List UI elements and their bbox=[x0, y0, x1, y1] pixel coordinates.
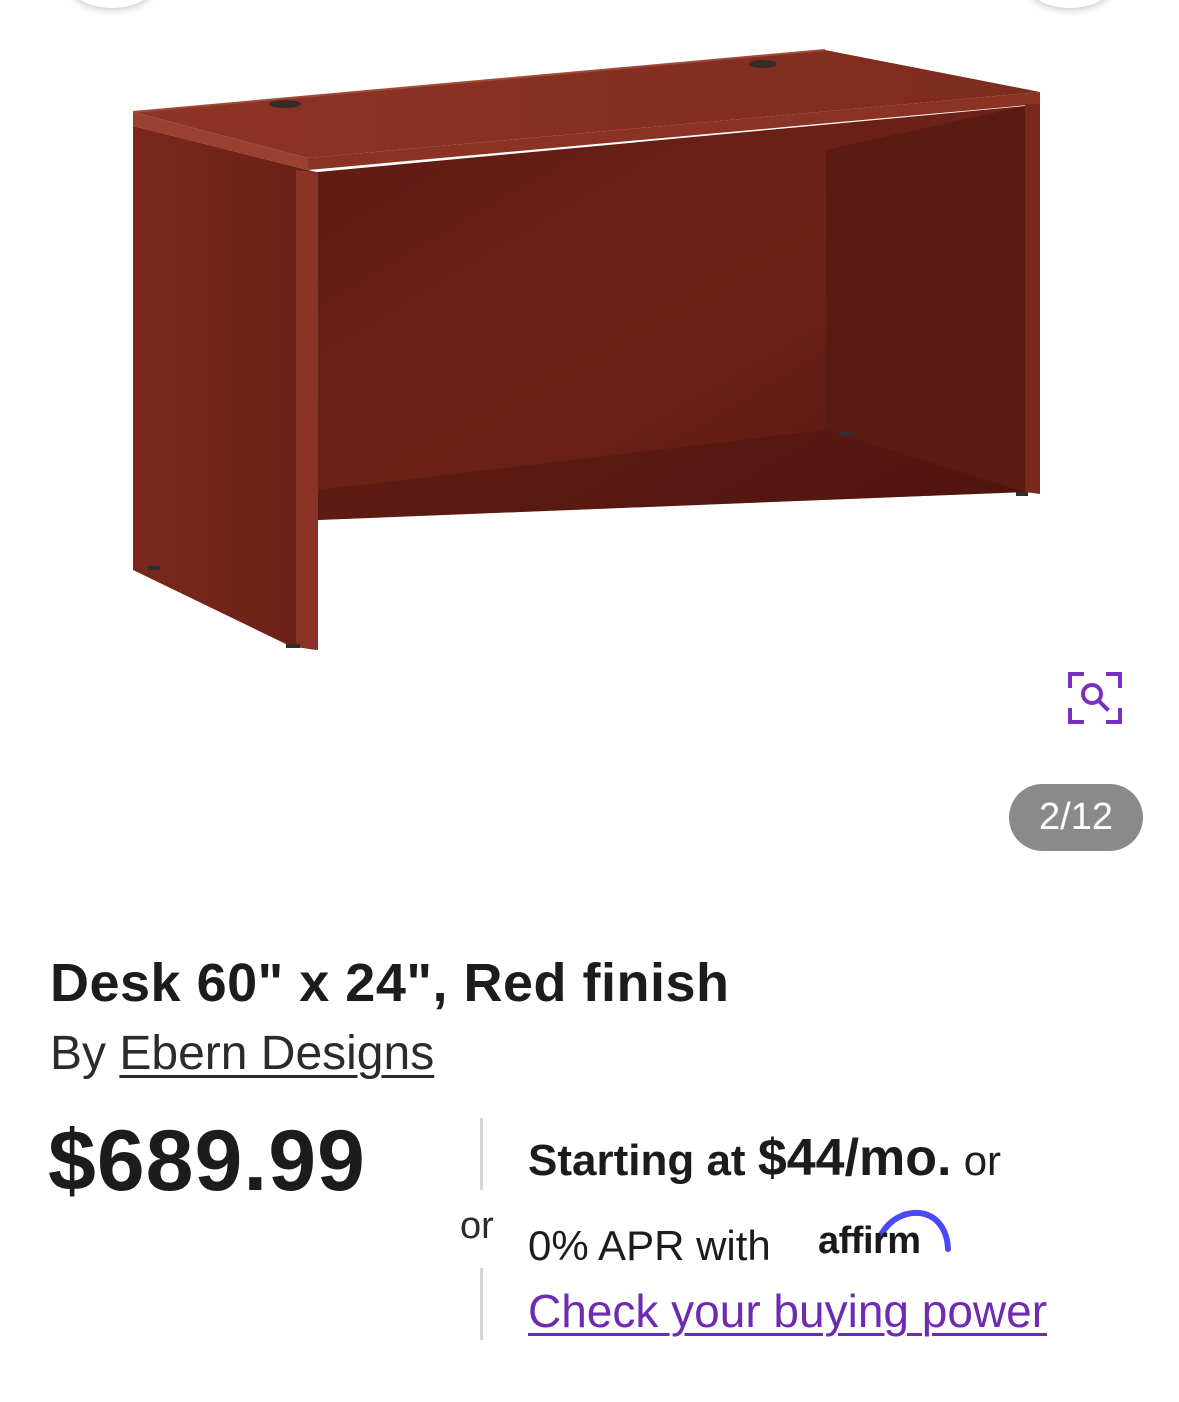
product-title: Desk 60" x 24", Red finish bbox=[50, 953, 730, 1013]
divider-top bbox=[480, 1118, 483, 1190]
brand-byline: By Ebern Designs bbox=[50, 1026, 434, 1081]
check-buying-power-link[interactable]: Check your buying power bbox=[528, 1284, 1047, 1338]
zoom-image-button[interactable] bbox=[1066, 670, 1124, 726]
desk-product-image bbox=[132, 49, 1040, 650]
brand-link[interactable]: Ebern Designs bbox=[119, 1027, 434, 1080]
divider-bottom bbox=[480, 1268, 483, 1340]
byline-prefix: By bbox=[50, 1027, 107, 1080]
affirm-logo: affirm bbox=[818, 1205, 954, 1267]
image-counter-badge: 2/12 bbox=[1009, 784, 1143, 851]
monthly-payment: $44/mo. bbox=[757, 1129, 952, 1187]
zoom-search-icon bbox=[1068, 672, 1122, 724]
affirm-wordmark: affirm bbox=[818, 1220, 921, 1262]
product-image-gallery[interactable]: 2/12 bbox=[0, 0, 1179, 880]
or-divider: or bbox=[460, 1205, 494, 1247]
apr-text: 0% APR with bbox=[528, 1222, 771, 1269]
financing-offer: Starting at $44/mo. or bbox=[528, 1128, 1001, 1188]
or-label: or bbox=[963, 1137, 1002, 1184]
product-price: $689.99 bbox=[48, 1113, 366, 1209]
starting-at-label: Starting at bbox=[528, 1136, 746, 1185]
